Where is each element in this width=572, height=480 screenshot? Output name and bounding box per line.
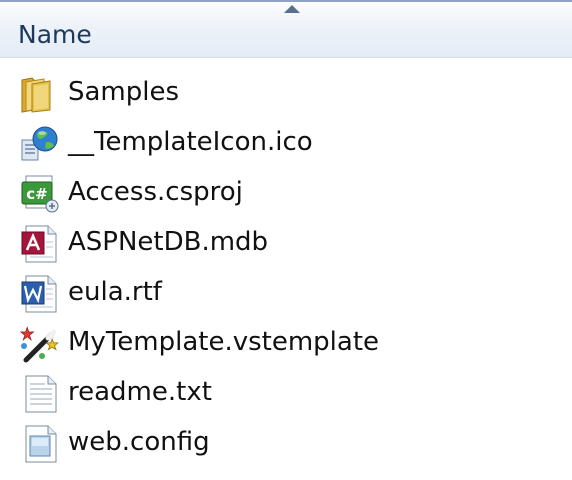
list-item[interactable]: ASPNetDB.mdb xyxy=(0,216,572,266)
file-name: eula.rtf xyxy=(68,277,162,307)
vstemplate-icon xyxy=(18,324,64,364)
word-document-icon xyxy=(18,274,64,314)
file-name: web.config xyxy=(68,427,210,457)
svg-text:c#: c# xyxy=(26,185,47,203)
file-name: Access.csproj xyxy=(68,177,243,207)
file-name: readme.txt xyxy=(68,377,212,407)
list-item[interactable]: c# Access.csproj xyxy=(0,166,572,216)
config-file-icon xyxy=(18,424,64,464)
sort-ascending-icon xyxy=(284,5,300,13)
list-item[interactable]: readme.txt xyxy=(0,366,572,416)
file-name: __TemplateIcon.ico xyxy=(68,127,313,157)
list-item[interactable]: MyTemplate.vstemplate xyxy=(0,316,572,366)
list-item[interactable]: __TemplateIcon.ico xyxy=(0,116,572,166)
access-database-icon xyxy=(18,224,64,264)
name-column-label[interactable]: Name xyxy=(18,20,92,50)
list-item[interactable]: Samples xyxy=(0,66,572,116)
file-name: Samples xyxy=(68,77,180,107)
folder-icon xyxy=(18,74,64,114)
column-header[interactable]: Name xyxy=(0,0,572,58)
list-item[interactable]: eula.rtf xyxy=(0,266,572,316)
file-name: MyTemplate.vstemplate xyxy=(68,327,380,357)
file-list: Samples __TemplateIcon.ico c# Access.csp… xyxy=(0,66,572,466)
list-item[interactable]: web.config xyxy=(0,416,572,466)
ico-file-icon xyxy=(18,124,64,164)
file-explorer-window: Name Samples __TemplateIcon.ico c# Acces… xyxy=(0,0,572,480)
csharp-project-icon: c# xyxy=(18,174,64,214)
text-document-icon xyxy=(18,374,64,414)
file-name: ASPNetDB.mdb xyxy=(68,227,269,257)
